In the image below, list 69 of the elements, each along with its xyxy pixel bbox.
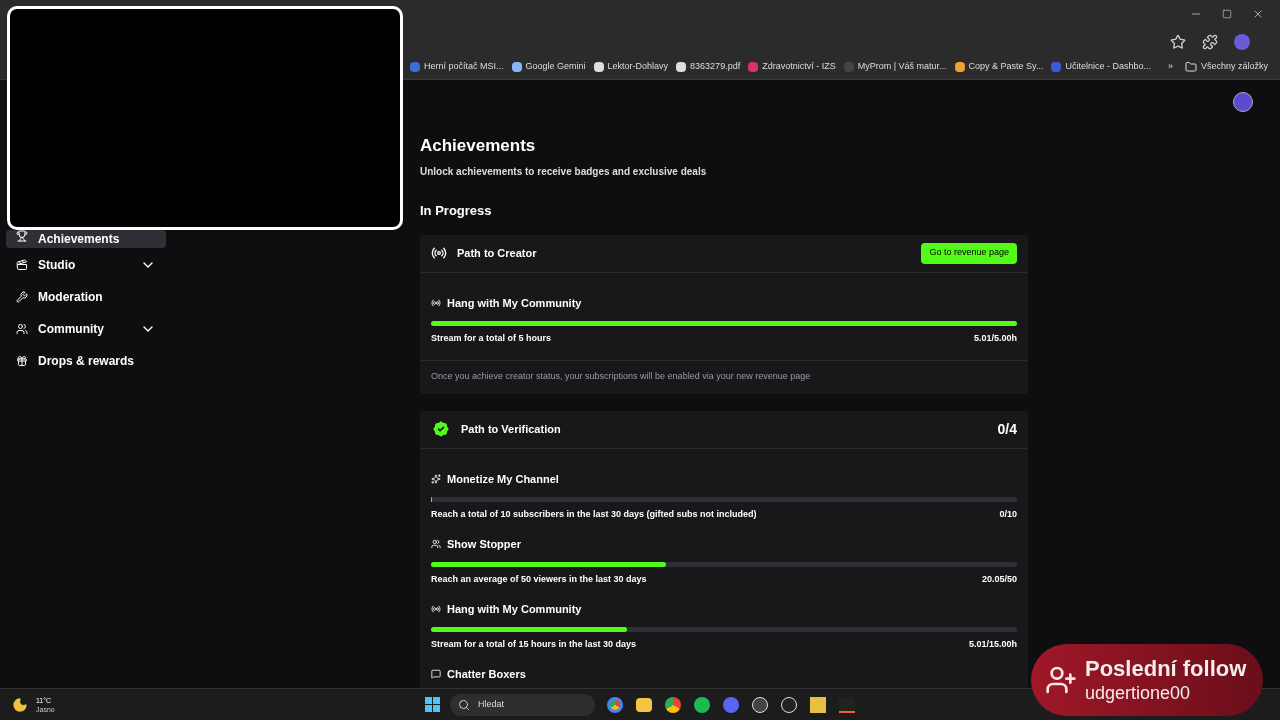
goal-title: Hang with My Community (447, 295, 582, 311)
wrench-icon (16, 291, 28, 303)
goal-title: Hang with My Community (447, 601, 582, 617)
verified-badge-icon (431, 419, 451, 439)
revenue-page-button[interactable]: Go to revenue page (921, 242, 1017, 264)
goal-reading: 0/10 (999, 508, 1017, 521)
browser-app-icon[interactable] (607, 696, 623, 713)
users-icon (16, 323, 28, 335)
page-title: Achievements (420, 136, 536, 156)
bookmark-item[interactable]: MyProm | Váš matur... (839, 57, 951, 77)
trophy-icon (16, 230, 28, 242)
card-note: Once you achieve creator status, your subscriptions will be enabled via your new revenue page (431, 370, 811, 384)
maximize-icon[interactable] (1222, 9, 1232, 19)
extensions-icon[interactable] (1202, 33, 1218, 50)
moon-icon (12, 696, 28, 713)
users-icon (431, 538, 441, 549)
sidebar-item[interactable]: Moderation (6, 285, 166, 309)
more-bookmarks-button[interactable]: » (1159, 60, 1181, 74)
bookmark-item[interactable]: Herní počítač MSI... (406, 57, 508, 77)
goal-reading: 5.01/15.00h (968, 638, 1017, 651)
bookmark-item[interactable]: Google Gemini (507, 57, 590, 77)
broadcast-icon (431, 297, 441, 308)
user-avatar[interactable] (1233, 92, 1253, 112)
bookmark-item[interactable]: Lektor-Dohlavy (589, 57, 673, 77)
sidebar-item[interactable]: Studio (6, 253, 166, 277)
goal-description: Stream for a total of 5 hours (431, 332, 552, 345)
sidebar-item[interactable]: Drops & rewards (6, 349, 166, 373)
browser-app-icon[interactable] (665, 696, 681, 713)
app-icon[interactable] (810, 696, 826, 713)
gift-icon (16, 355, 28, 367)
bookmark-item[interactable]: Copy & Paste Sy... (950, 57, 1048, 77)
card-title: Path to Creator (457, 245, 538, 261)
goal-title: Monetize My Channel (447, 471, 559, 487)
search-icon (458, 698, 470, 711)
page-subtitle: Unlock achievements to receive badges and exclusive deals (420, 165, 707, 179)
goal-title: Show Stopper (447, 536, 521, 552)
goal-description: Reach a total of 10 subscribers in the last 30 days (gifted subs not included) (431, 508, 757, 521)
bookmark-item[interactable]: Zdravotnictví - IZS (744, 57, 840, 77)
sidebar-item[interactable]: Achievements (6, 230, 166, 248)
music-app-icon[interactable] (694, 696, 710, 713)
chat-app-icon[interactable] (723, 696, 739, 713)
goal-description: Stream for a total of 15 hours in the last 30 days (431, 638, 637, 651)
goal-reading: 5.01/5.00h (973, 332, 1017, 345)
close-icon[interactable] (1252, 8, 1264, 20)
user-plus-icon (1045, 664, 1077, 696)
goal-reading: 20.05/50 (981, 573, 1017, 586)
bookmark-folder[interactable]: Všechny záložky (1184, 60, 1268, 74)
sidebar-item[interactable]: Community (6, 317, 166, 341)
clapperboard-icon (16, 259, 28, 271)
start-icon[interactable] (425, 697, 440, 712)
alert-username: udgertione00 (1085, 682, 1192, 704)
folder-app-icon[interactable] (636, 697, 652, 712)
taskbar-search-field[interactable]: Hledat (450, 693, 595, 716)
sparkle-icon (431, 473, 441, 484)
bookmark-item[interactable]: Učitelnice - Dashbo... (1047, 57, 1155, 77)
goal-title: Chatter Boxers (447, 666, 526, 682)
section-heading: In Progress (420, 202, 492, 220)
broadcast-icon (431, 603, 441, 614)
card-title: Path to Verification (461, 421, 562, 437)
goal-description: Reach an average of 50 viewers in the last 30 days (431, 573, 647, 586)
app-icon[interactable] (839, 696, 855, 713)
bookmark-item[interactable]: 8363279.pdf (672, 57, 745, 77)
profile-avatar[interactable] (1234, 33, 1250, 50)
folder-icon (1184, 61, 1197, 73)
chat-icon (431, 668, 441, 679)
broadcast-icon (431, 245, 447, 261)
bookmark-star-icon[interactable] (1170, 33, 1186, 50)
alert-title: Poslední follow (1085, 656, 1247, 682)
progress-count: 0/4 (997, 419, 1017, 439)
